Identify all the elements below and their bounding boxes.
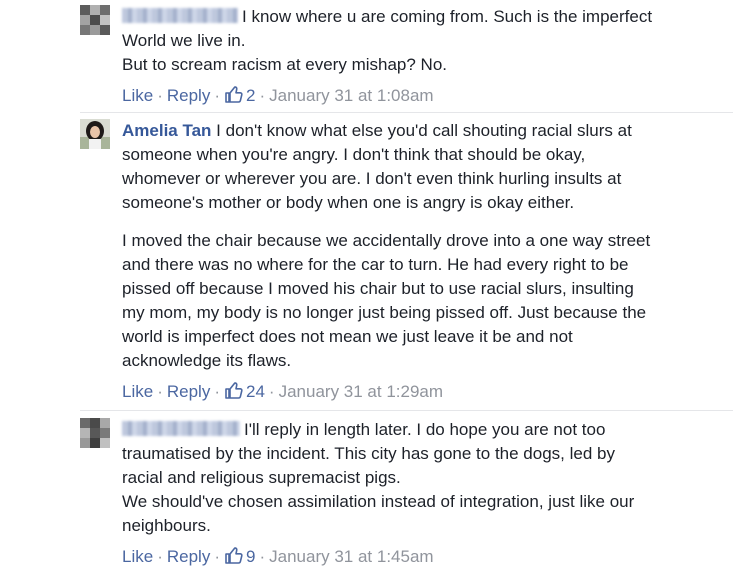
timestamp[interactable]: January 31 at 1:45am	[269, 547, 433, 566]
separator: ·	[259, 86, 266, 105]
divider	[80, 112, 733, 113]
like-count[interactable]: 24	[224, 382, 265, 401]
comment-thread: I know where u are coming from. Such is …	[0, 0, 733, 576]
like-button[interactable]: Like	[122, 547, 153, 566]
divider	[80, 410, 733, 411]
like-count[interactable]: 9	[224, 547, 255, 566]
author-name[interactable]	[122, 8, 238, 23]
reply-button[interactable]: Reply	[167, 382, 210, 401]
separator: ·	[214, 547, 220, 566]
timestamp[interactable]: January 31 at 1:29am	[279, 382, 443, 401]
comment-actions: Like · Reply · 2 · January 31 at 1:08am	[122, 84, 727, 108]
comment-text: I know where u are coming from. Such is …	[122, 7, 653, 74]
separator: ·	[259, 547, 266, 566]
comment-body: I'll reply in length later. I do hope yo…	[122, 418, 727, 569]
separator: ·	[214, 382, 220, 401]
pixelated-avatar-icon	[80, 5, 110, 35]
profile-photo-icon	[80, 119, 110, 149]
thumbs-up-icon	[225, 547, 243, 564]
thumbs-up-icon	[225, 86, 243, 103]
separator: ·	[157, 382, 163, 401]
separator: ·	[157, 547, 163, 566]
reply-button[interactable]: Reply	[167, 86, 210, 105]
author-name[interactable]: Amelia Tan	[122, 121, 211, 140]
separator: ·	[157, 86, 163, 105]
comment-body: Amelia Tan I don't know what else you'd …	[122, 119, 727, 404]
like-button[interactable]: Like	[122, 382, 153, 401]
avatar[interactable]	[80, 119, 110, 149]
timestamp[interactable]: January 31 at 1:08am	[269, 86, 433, 105]
comment-text: I'll reply in length later. I do hope yo…	[122, 420, 635, 535]
comment-text: Amelia Tan I don't know what else you'd …	[122, 121, 632, 212]
comment-text-paragraph-2: I moved the chair because we accidentall…	[122, 231, 651, 370]
separator: ·	[268, 382, 275, 401]
like-button[interactable]: Like	[122, 86, 153, 105]
thumbs-up-icon	[225, 382, 243, 399]
comment-actions: Like · Reply · 9 · January 31 at 1:45am	[122, 545, 727, 569]
avatar[interactable]	[80, 5, 110, 35]
pixelated-avatar-icon	[80, 418, 110, 448]
avatar[interactable]	[80, 418, 110, 448]
comment-actions: Like · Reply · 24 · January 31 at 1:29am	[122, 380, 727, 404]
like-count[interactable]: 2	[224, 86, 255, 105]
author-name[interactable]	[122, 421, 240, 436]
reply-button[interactable]: Reply	[167, 547, 210, 566]
comment-body: I know where u are coming from. Such is …	[122, 5, 727, 108]
separator: ·	[214, 86, 220, 105]
